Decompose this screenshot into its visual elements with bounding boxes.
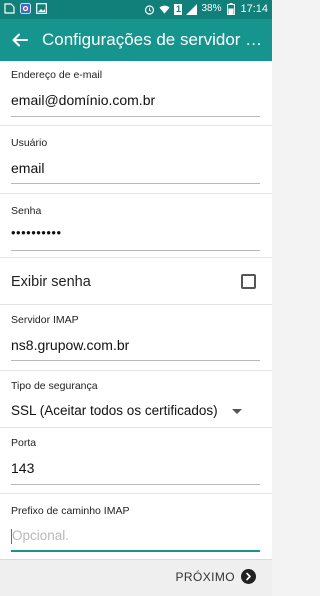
imap-path-prefix-label: Prefixo de caminho IMAP [11, 505, 130, 517]
security-type-select[interactable]: SSL (Aceitar todos os certificados) [11, 403, 218, 418]
divider [0, 370, 272, 371]
back-arrow-icon[interactable] [9, 29, 31, 51]
app-bar: Configurações de servidor d... [0, 19, 272, 61]
imap-path-prefix-input[interactable]: Opcional. [12, 528, 69, 543]
password-underline [11, 250, 260, 251]
sim-icon [4, 3, 15, 14]
divider [0, 193, 272, 194]
divider [0, 427, 272, 428]
battery-icon [225, 3, 236, 15]
show-password-checkbox[interactable] [241, 274, 256, 289]
status-bar: 1 38% 17:14 [0, 0, 272, 19]
username-field[interactable]: email [11, 160, 44, 176]
dropdown-arrow-icon[interactable] [232, 409, 242, 414]
username-underline [11, 183, 260, 184]
divider [0, 493, 272, 494]
divider [0, 257, 272, 258]
clock: 17:14 [240, 3, 268, 15]
sim-badge: 1 [174, 3, 183, 15]
battery-percent: 38% [201, 3, 222, 14]
show-password-row[interactable]: Exibir senha [0, 259, 272, 304]
image-icon [36, 3, 47, 14]
username-label: Usuário [11, 137, 48, 149]
next-button[interactable]: PRÓXIMO [176, 569, 256, 584]
password-label: Senha [11, 205, 42, 217]
port-section: Porta 143 [0, 429, 272, 491]
password-field[interactable]: •••••••••• [11, 225, 62, 240]
next-button-label: PRÓXIMO [175, 569, 235, 584]
bottom-bar: PRÓXIMO [0, 559, 272, 596]
imap-path-prefix-underline [11, 550, 260, 552]
status-left-icons [4, 3, 47, 14]
email-underline [11, 116, 260, 117]
imap-server-field[interactable]: ns8.grupow.com.br [11, 337, 129, 353]
app-notification-icon [20, 3, 31, 14]
chevron-right-icon [241, 569, 256, 584]
server-settings-form: Endereço de e-mail email@domínio.com.br … [0, 61, 272, 559]
imap-server-label: Servidor IMAP [11, 314, 79, 326]
status-right-icons: 1 38% 17:14 [144, 2, 268, 16]
email-field[interactable]: email@domínio.com.br [11, 92, 155, 108]
password-section: Senha •••••••••• [0, 195, 272, 253]
security-type-section: Tipo de segurança SSL (Aceitar todos os … [0, 372, 272, 426]
username-section: Usuário email [0, 127, 272, 189]
email-section: Endereço de e-mail email@domínio.com.br [0, 61, 272, 123]
imap-server-section: Servidor IMAP ns8.grupow.com.br [0, 306, 272, 368]
divider [0, 304, 272, 305]
port-field[interactable]: 143 [11, 460, 34, 476]
security-type-label: Tipo de segurança [11, 380, 98, 392]
page-title: Configurações de servidor d... [42, 30, 268, 49]
imap-server-underline [11, 360, 260, 361]
imap-path-prefix-section: Prefixo de caminho IMAP Opcional. [0, 495, 272, 559]
divider [0, 125, 272, 126]
email-label: Endereço de e-mail [11, 69, 103, 81]
alarm-icon [144, 4, 155, 15]
port-underline [11, 484, 260, 485]
signal-icon [186, 3, 198, 15]
port-label: Porta [11, 437, 37, 449]
show-password-label: Exibir senha [11, 274, 91, 290]
sim-badge-number: 1 [175, 4, 181, 14]
wifi-icon [159, 4, 170, 15]
